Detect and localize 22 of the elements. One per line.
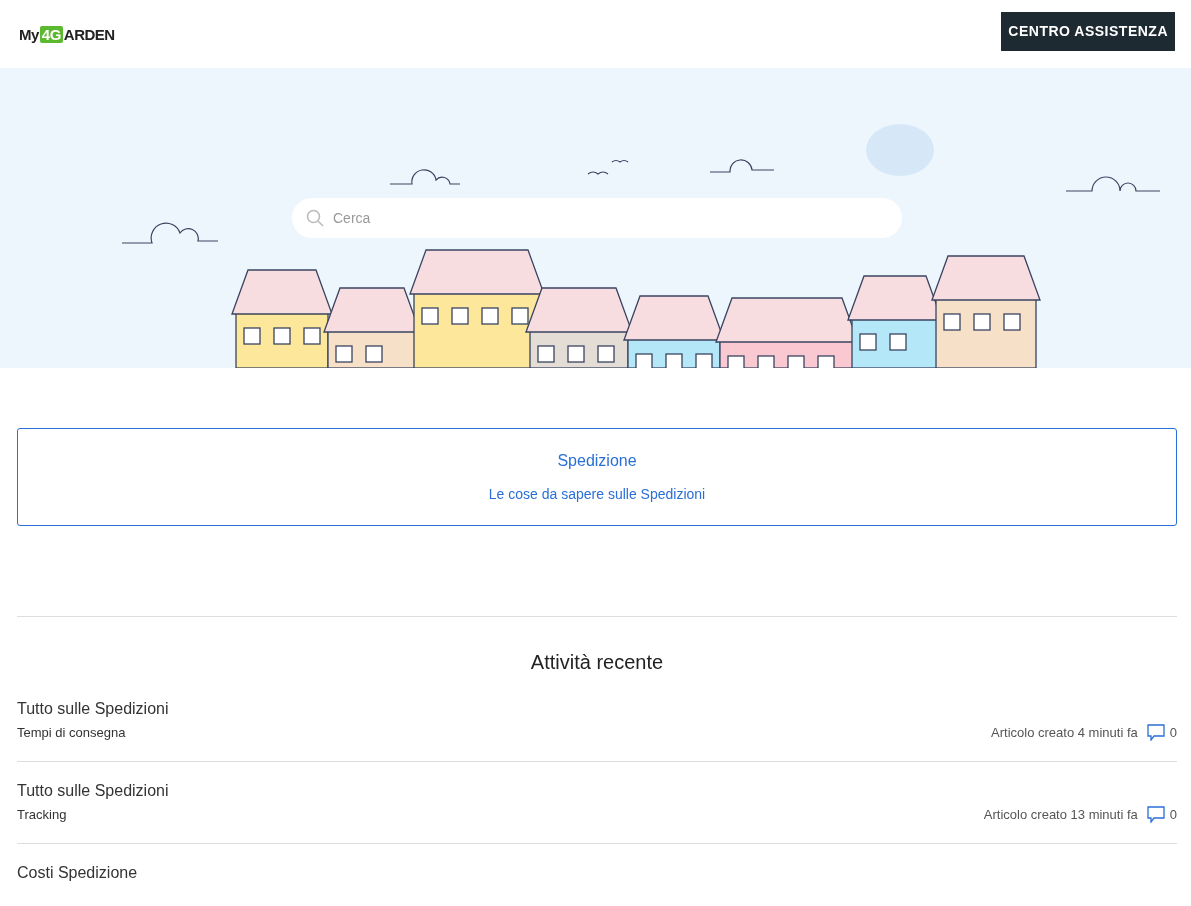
category-description: Le cose da sapere sulle Spedizioni bbox=[488, 486, 706, 502]
logo-text: ARDEN bbox=[63, 25, 115, 43]
article-link[interactable]: Tracking bbox=[17, 807, 67, 822]
section-link[interactable]: Costi Spedizione bbox=[17, 864, 1177, 882]
activity-meta: Articolo creato 4 minuti fa bbox=[991, 725, 1138, 740]
search-field[interactable]: Cerca bbox=[292, 198, 902, 238]
section-heading: Attività recente bbox=[529, 651, 665, 674]
logo-badge: 4G bbox=[39, 25, 63, 43]
help-center-button[interactable]: CENTRO ASSISTENZA bbox=[1001, 11, 1175, 51]
comment-count: 0 bbox=[1169, 725, 1177, 740]
section-link[interactable]: Tutto sulle Spedizioni bbox=[17, 700, 1177, 718]
category-card[interactable]: Spedizione Le cose da sapere sulle Spedizioni bbox=[17, 428, 1177, 526]
search-icon bbox=[306, 209, 324, 227]
logo[interactable]: My 4G ARDEN bbox=[19, 25, 115, 43]
activity-meta: Articolo creato 13 minuti fa bbox=[983, 807, 1138, 822]
section-link[interactable]: Tutto sulle Spedizioni bbox=[17, 782, 1177, 800]
comment-icon bbox=[1146, 806, 1165, 823]
comment-count: 0 bbox=[1169, 807, 1177, 822]
category-title: Spedizione bbox=[557, 452, 637, 470]
logo-text: My bbox=[19, 25, 39, 43]
comment-icon bbox=[1146, 724, 1165, 741]
article-link[interactable]: Tempi di consegna bbox=[17, 725, 126, 740]
